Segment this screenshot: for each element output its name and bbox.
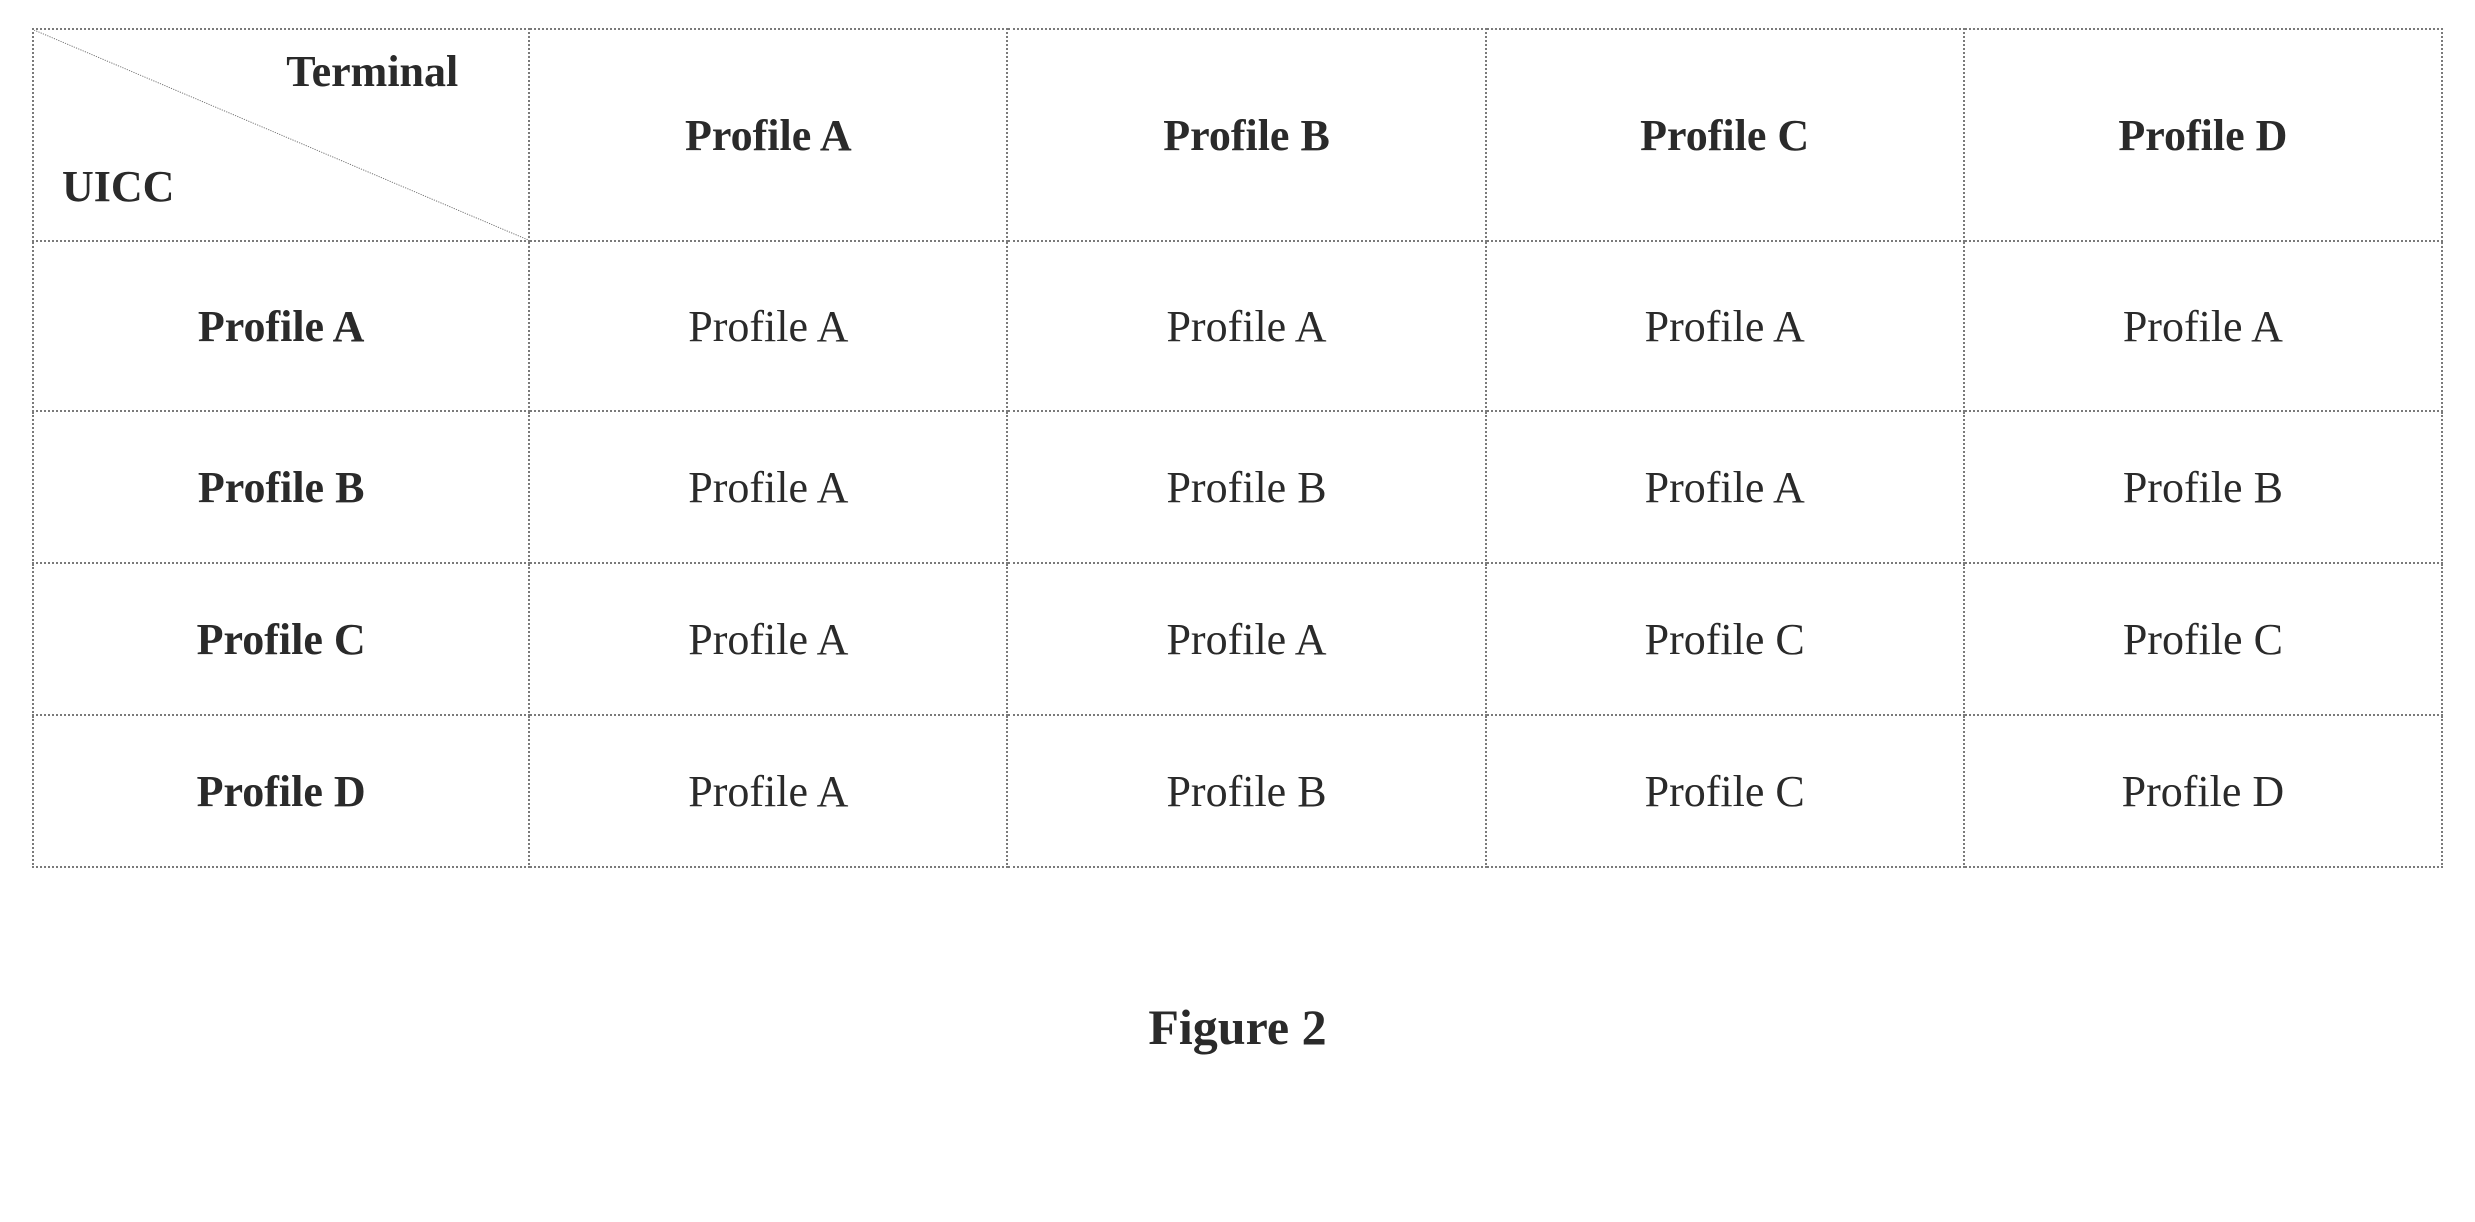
table-cell: Profile C [1964,563,2442,715]
table-cell: Profile A [529,411,1007,563]
table-cell: Profile B [1007,411,1485,563]
table-cell: Profile A [1007,563,1485,715]
table-cell: Profile A [529,715,1007,867]
table-row: Profile B Profile A Profile B Profile A … [33,411,2442,563]
corner-top-label: Terminal [286,46,458,97]
row-header: Profile A [33,241,529,411]
row-header: Profile B [33,411,529,563]
table-row: Profile D Profile A Profile B Profile C … [33,715,2442,867]
table-cell: Profile C [1486,563,1964,715]
table-cell: Profile A [1486,411,1964,563]
table-cell: Profile A [529,241,1007,411]
corner-header-cell: Terminal UICC [33,29,529,241]
table-cell: Profile D [1964,715,2442,867]
row-header: Profile D [33,715,529,867]
table-header-row: Terminal UICC Profile A Profile B Profil… [33,29,2442,241]
col-header: Profile D [1964,29,2442,241]
col-header: Profile A [529,29,1007,241]
table-cell: Profile A [1964,241,2442,411]
table-cell: Profile A [1486,241,1964,411]
profile-compat-table: Terminal UICC Profile A Profile B Profil… [32,28,2443,868]
row-header: Profile C [33,563,529,715]
figure-page: Terminal UICC Profile A Profile B Profil… [0,0,2475,1222]
col-header: Profile B [1007,29,1485,241]
table-cell: Profile A [1007,241,1485,411]
figure-caption: Figure 2 [32,998,2443,1056]
col-header: Profile C [1486,29,1964,241]
table-cell: Profile A [529,563,1007,715]
table-cell: Profile C [1486,715,1964,867]
table-cell: Profile B [1964,411,2442,563]
table-cell: Profile B [1007,715,1485,867]
corner-bottom-label: UICC [62,161,174,212]
table-row: Profile C Profile A Profile A Profile C … [33,563,2442,715]
table-row: Profile A Profile A Profile A Profile A … [33,241,2442,411]
